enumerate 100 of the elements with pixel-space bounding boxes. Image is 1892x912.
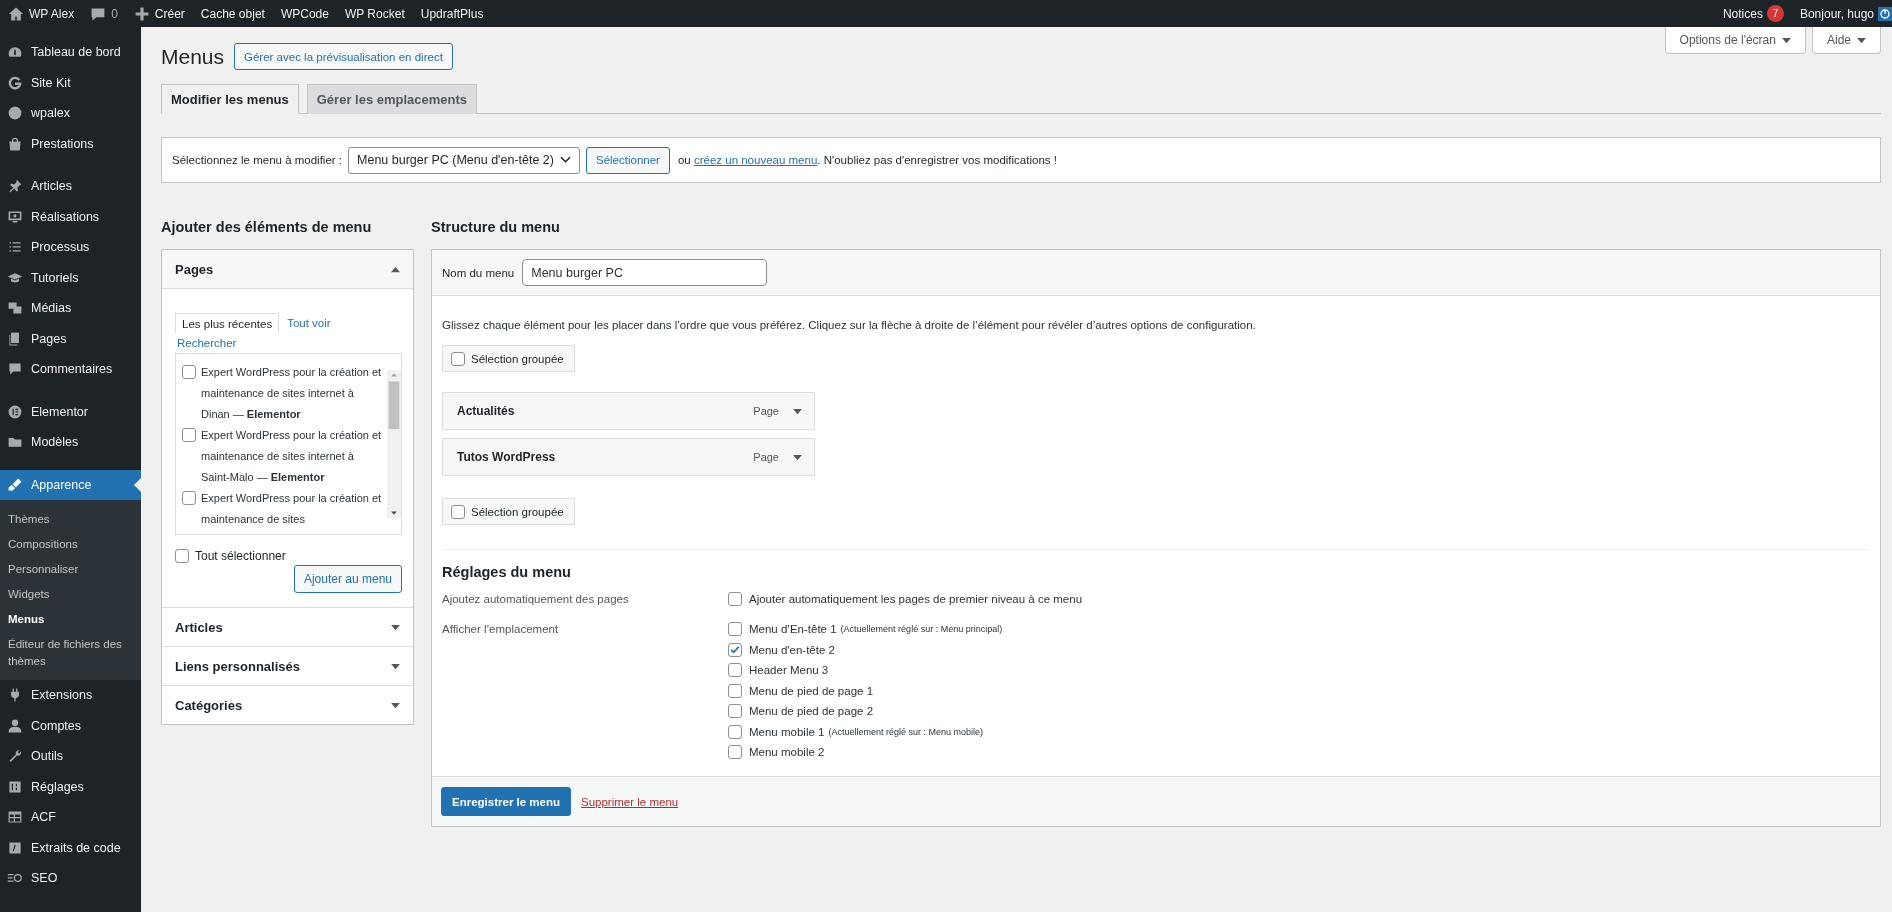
submenu-item[interactable]: Éditeur de fichiers des thèmes: [0, 632, 141, 674]
accordion-header[interactable]: Pages: [162, 250, 413, 289]
sidebar-item[interactable]: Apparence: [0, 469, 141, 500]
checkbox[interactable]: [451, 504, 465, 519]
checkbox[interactable]: [451, 351, 465, 366]
accordion-header[interactable]: Catégories: [162, 685, 413, 724]
sidebar-item[interactable]: Modèles: [0, 427, 141, 458]
menu-item-bar[interactable]: Tutos WordPress Page: [442, 438, 815, 476]
toolbar-link[interactable]: WP Rocket: [336, 6, 413, 21]
sidebar-item[interactable]: Extraits de code: [0, 832, 141, 863]
sidebar-item[interactable]: Extensions: [0, 680, 141, 711]
checkbox[interactable]: [182, 365, 196, 379]
caret-icon: [391, 623, 400, 631]
caret-icon: [793, 407, 802, 415]
checkbox[interactable]: [175, 549, 189, 563]
toolbar-link[interactable]: UpdraftPlus: [412, 6, 492, 21]
menu-dropdown[interactable]: Menu burger PC (Menu d'en-tête 2): [348, 146, 580, 174]
sidebar-item[interactable]: Commentaires: [0, 354, 141, 385]
accordion-header[interactable]: Liens personnalisés: [162, 646, 413, 685]
add-to-menu-button[interactable]: Ajouter au menu: [293, 565, 402, 593]
caret-icon: [1781, 36, 1791, 44]
checkbox[interactable]: [728, 683, 742, 698]
toolbar-link[interactable]: WP Alex: [0, 5, 83, 22]
checkbox[interactable]: [728, 663, 742, 677]
sidebar-item[interactable]: Outils: [0, 741, 141, 772]
checkbox[interactable]: [182, 428, 196, 442]
menu-item-title: Tutos WordPress: [457, 450, 557, 464]
bulk-select-button[interactable]: Sélection groupée: [442, 498, 575, 525]
screen-meta-button[interactable]: Aide: [1811, 27, 1881, 54]
sliders-icon: [7, 778, 23, 795]
caret-icon: [1857, 36, 1866, 44]
screen-meta-button[interactable]: Options de l'écran: [1664, 27, 1806, 54]
chevron-icon: [560, 156, 571, 164]
checkbox[interactable]: [728, 704, 742, 718]
section-heading: Structure du menu: [431, 219, 561, 235]
user-icon: [7, 717, 23, 734]
tab[interactable]: Rechercher: [175, 333, 239, 353]
plus-icon: [133, 5, 150, 22]
page-title: Menus: [161, 44, 225, 69]
settings-heading: Réglages du menu: [442, 564, 572, 580]
submenu-item[interactable]: Widgets: [0, 582, 141, 607]
sidebar-item[interactable]: ACF: [0, 802, 141, 833]
avatar-icon: [1878, 6, 1892, 21]
sidebar-item[interactable]: Articles: [0, 171, 141, 202]
toolbar-link[interactable]: Cache objet: [192, 6, 273, 21]
section-heading: Ajouter des éléments de menu: [161, 219, 373, 235]
menu-item-title: Actualités: [457, 404, 516, 418]
tab[interactable]: Gérer les emplacements: [306, 84, 478, 114]
checkbox-label: Menu mobile 2: [749, 745, 825, 760]
submenu-item[interactable]: Menus: [0, 607, 141, 632]
select-button[interactable]: Sélectionner: [586, 146, 670, 174]
sidebar-item[interactable]: Réglages: [0, 771, 141, 802]
checkbox[interactable]: [728, 642, 742, 657]
checkbox[interactable]: [728, 622, 742, 636]
sidebar-item[interactable]: Pages: [0, 323, 141, 354]
checkbox-label: Menu de pied de page 1: [749, 683, 874, 699]
notices-link[interactable]: Notices: [1718, 6, 1767, 21]
toolbar-link[interactable]: 0: [82, 5, 126, 22]
submenu-item[interactable]: Compositions: [0, 532, 141, 557]
menu-name-field[interactable]: Menu burger PC: [522, 259, 768, 286]
checkbox[interactable]: [182, 491, 196, 505]
tab[interactable]: Modifier les menus: [161, 84, 299, 114]
sidebar-item[interactable]: Médias: [0, 293, 141, 324]
toolbar-link[interactable]: WPCode: [272, 6, 337, 21]
save-menu-button[interactable]: Enregistrer le menu: [441, 787, 571, 816]
caret-icon: [391, 265, 400, 273]
bulk-select-button[interactable]: Sélection groupée: [442, 345, 575, 372]
submenu-item[interactable]: Thèmes: [0, 507, 141, 532]
checkbox[interactable]: [728, 592, 742, 606]
checkbox-label: Header Menu 3: [749, 663, 829, 678]
delete-menu-link[interactable]: Supprimer le menu: [581, 795, 679, 808]
accordion-header[interactable]: Articles: [162, 607, 413, 646]
sidebar-item[interactable]: Réalisations: [0, 201, 141, 232]
checkbox-label: Ajouter automatiquement les pages de premier niveau à ce menu: [749, 592, 1083, 607]
sidebar-item[interactable]: Elementor: [0, 396, 141, 427]
sidebar-item[interactable]: Processus: [0, 232, 141, 263]
pushpin-icon: [7, 178, 23, 195]
checkbox[interactable]: [728, 745, 742, 759]
tab[interactable]: Les plus récentes: [175, 313, 280, 333]
sidebar-item[interactable]: wpalex: [0, 98, 141, 129]
setting-label: Ajoutez automatiquement des pages: [442, 592, 630, 607]
sidebar-item[interactable]: Prestations: [0, 128, 141, 159]
tab[interactable]: Tout voir: [285, 313, 333, 333]
sidebar-item[interactable]: Tutoriels: [0, 262, 141, 293]
select-note: ou créez un nouveau menu. N'oubliez pas d'enregistrer vos modifications !: [677, 154, 1057, 166]
menu-item-bar[interactable]: Actualités Page: [442, 392, 815, 430]
toolbar-link[interactable]: Créer: [125, 5, 193, 22]
instructions-text: Glissez chaque élément pour les placer dans l’ordre que vous préférez. Cliquez sur la flèche à droite de l’élément pour révéler d’autres options de configuration.: [442, 319, 1257, 331]
sidebar-item[interactable]: Comptes: [0, 710, 141, 741]
triangle-pointer-icon: [134, 477, 141, 492]
account-link[interactable]: Bonjour, hugo: [1795, 6, 1878, 21]
page-title: Expert WordPress pour la création et maintenance de sites internet à Dinan — Elementor: [201, 365, 383, 422]
checkbox[interactable]: [728, 724, 742, 739]
sidebar-item[interactable]: Site Kit: [0, 67, 141, 98]
sidebar-item[interactable]: Tableau de bord: [0, 37, 141, 68]
sidebar-item[interactable]: SEO: [0, 863, 141, 894]
arc-logo-icon: [7, 74, 23, 91]
page-title: Expert WordPress pour la création et maintenance de sites internet à Saint-Malo — Elementor: [201, 428, 383, 485]
live-preview-button[interactable]: Gérer avec la prévisualisation en direct: [234, 43, 453, 70]
submenu-item[interactable]: Personnaliser: [0, 557, 141, 582]
